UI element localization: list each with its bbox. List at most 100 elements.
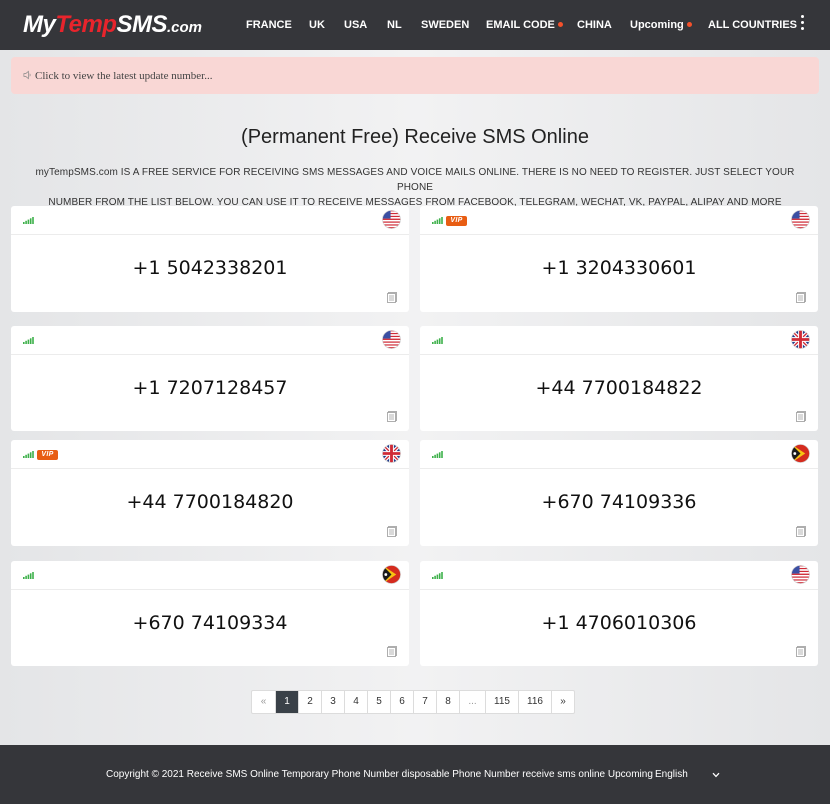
- signal-bars-icon: [23, 217, 34, 224]
- pagination-page-116[interactable]: 116: [518, 691, 551, 713]
- top-navbar: MyTempSMS.com FRANCE UK USA NL SWEDEN EM…: [0, 0, 830, 50]
- document-icon[interactable]: [387, 526, 397, 537]
- pagination-page-1[interactable]: 1: [275, 691, 298, 713]
- document-icon[interactable]: [387, 411, 397, 422]
- pagination-page-115[interactable]: 115: [485, 691, 518, 713]
- nav-label: NL: [387, 19, 402, 31]
- nav-label: SWEDEN: [421, 19, 470, 31]
- footer-copyright: Copyright © 2021 Receive SMS Online Temp…: [106, 769, 653, 780]
- footer: Copyright © 2021 Receive SMS Online Temp…: [0, 745, 830, 804]
- nav-link-sweden[interactable]: SWEDEN: [421, 18, 469, 32]
- nav-link-china[interactable]: CHINA: [577, 18, 612, 32]
- intro-line-1: myTempSMS.com IS A FREE SERVICE FOR RECE…: [35, 167, 795, 193]
- pagination-prev[interactable]: «: [252, 691, 275, 713]
- nav-link-nl[interactable]: NL: [387, 18, 402, 32]
- phone-number[interactable]: +44 7700184820: [11, 491, 409, 513]
- signal-bars-icon: [23, 572, 34, 579]
- country-flag-icon: [791, 210, 810, 229]
- page-title: (Permanent Free) Receive SMS Online: [241, 126, 589, 148]
- nav-label: CHINA: [577, 19, 612, 31]
- card-header: VIP: [11, 440, 409, 469]
- card-header: [420, 440, 818, 469]
- phone-number[interactable]: +1 5042338201: [11, 257, 409, 279]
- nav-label: Upcoming: [630, 19, 684, 31]
- document-icon[interactable]: [796, 646, 806, 657]
- card-header: [420, 561, 818, 590]
- nav-label: EMAIL CODE: [486, 19, 555, 31]
- new-dot-icon: [686, 21, 692, 27]
- notice-text: Click to view the latest update number..…: [35, 70, 213, 82]
- phone-number[interactable]: +670 74109336: [420, 491, 818, 513]
- pagination-next[interactable]: »: [551, 691, 574, 713]
- country-flag-icon: [382, 565, 401, 584]
- nav-link-upcoming[interactable]: Upcoming: [630, 18, 692, 32]
- logo-part-temp: Temp: [55, 11, 117, 38]
- vip-badge: VIP: [446, 216, 467, 226]
- phone-number-card[interactable]: +44 7700184822: [420, 326, 818, 431]
- country-flag-icon: [382, 444, 401, 463]
- intro-text: myTempSMS.com IS A FREE SERVICE FOR RECE…: [20, 165, 810, 210]
- nav-label: FRANCE: [246, 19, 292, 31]
- update-notice-banner[interactable]: Click to view the latest update number..…: [11, 57, 819, 94]
- pagination-page-4[interactable]: 4: [344, 691, 367, 713]
- site-logo[interactable]: MyTempSMS.com: [23, 11, 202, 42]
- logo-part-sms: SMS: [116, 11, 167, 38]
- phone-number-card[interactable]: +670 74109334: [11, 561, 409, 666]
- logo-part-my: My: [23, 11, 56, 38]
- pagination-ellipsis: ...: [459, 691, 485, 713]
- card-header: [11, 561, 409, 590]
- pagination-page-8[interactable]: 8: [436, 691, 459, 713]
- card-header: [11, 326, 409, 355]
- nav-link-uk[interactable]: UK: [309, 18, 325, 32]
- pagination-page-6[interactable]: 6: [390, 691, 413, 713]
- country-flag-icon: [382, 330, 401, 349]
- phone-number-card[interactable]: VIP +44 7700184820: [11, 440, 409, 546]
- country-flag-icon: [791, 444, 810, 463]
- nav-link-usa[interactable]: USA: [344, 18, 367, 32]
- nav-label: USA: [344, 19, 368, 31]
- document-icon[interactable]: [387, 646, 397, 657]
- signal-bars-icon: [432, 451, 443, 458]
- pagination-page-3[interactable]: 3: [321, 691, 344, 713]
- signal-bars-icon: [23, 337, 34, 344]
- phone-number-card[interactable]: +1 7207128457: [11, 326, 409, 431]
- pagination: « 1 2 3 4 5 6 7 8 ... 115 116 »: [251, 690, 575, 714]
- phone-number-card[interactable]: +1 5042338201: [11, 206, 409, 312]
- nav-link-email-code[interactable]: EMAIL CODE: [486, 18, 563, 32]
- pagination-page-7[interactable]: 7: [413, 691, 436, 713]
- phone-number-card[interactable]: +670 74109336: [420, 440, 818, 546]
- logo-part-com: .com: [166, 19, 202, 36]
- nav-label: UK: [309, 19, 325, 31]
- card-header: VIP: [420, 206, 818, 235]
- phone-number-card[interactable]: +1 4706010306: [420, 561, 818, 666]
- phone-number[interactable]: +670 74109334: [11, 612, 409, 634]
- phone-number[interactable]: +1 3204330601: [420, 257, 818, 279]
- document-icon[interactable]: [796, 292, 806, 303]
- phone-number[interactable]: +1 4706010306: [420, 612, 818, 634]
- chevron-down-icon[interactable]: [712, 772, 720, 778]
- signal-bars-icon: [432, 572, 443, 579]
- document-icon[interactable]: [796, 526, 806, 537]
- country-flag-icon: [791, 330, 810, 349]
- nav-label: ALL COUNTRIES: [708, 19, 798, 31]
- document-icon[interactable]: [387, 292, 397, 303]
- pagination-page-2[interactable]: 2: [298, 691, 321, 713]
- signal-bars-icon: [23, 451, 34, 458]
- nav-link-france[interactable]: FRANCE: [246, 18, 292, 32]
- signal-bars-icon: [432, 217, 443, 224]
- signal-bars-icon: [432, 337, 443, 344]
- phone-number[interactable]: +44 7700184822: [420, 377, 818, 399]
- phone-number[interactable]: +1 7207128457: [11, 377, 409, 399]
- kebab-vertical-icon[interactable]: [800, 15, 806, 33]
- nav-link-all-countries[interactable]: ALL COUNTRIES: [708, 18, 797, 32]
- vip-badge: VIP: [37, 450, 58, 460]
- phone-number-card[interactable]: VIP +1 3204330601: [420, 206, 818, 312]
- country-flag-icon: [382, 210, 401, 229]
- card-header: [420, 326, 818, 355]
- pagination-page-5[interactable]: 5: [367, 691, 390, 713]
- document-icon[interactable]: [796, 411, 806, 422]
- speaker-icon: [23, 70, 31, 80]
- language-select[interactable]: English: [655, 768, 688, 782]
- card-header: [11, 206, 409, 235]
- country-flag-icon: [791, 565, 810, 584]
